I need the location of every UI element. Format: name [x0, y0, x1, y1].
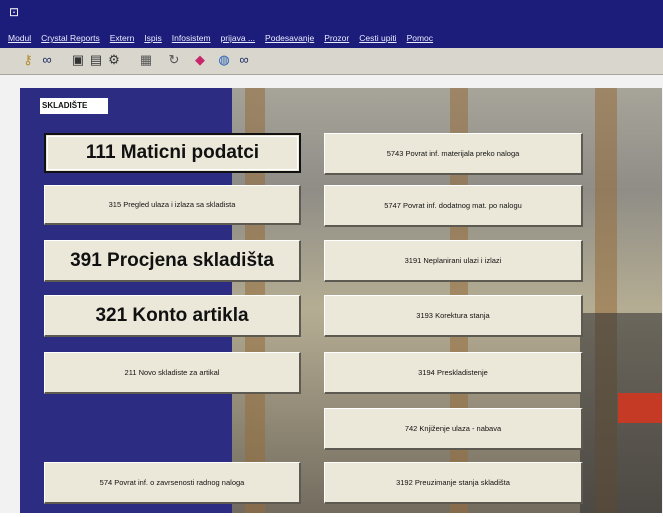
menu-item-prijava[interactable]: prijava ... — [221, 33, 256, 43]
refresh-icon[interactable]: ↻ — [166, 52, 182, 68]
app-window-icon[interactable]: ⊡ — [9, 6, 23, 18]
button-3194-preskladistenje[interactable]: 3194 Preskladistenje — [324, 352, 583, 394]
menu-item-podesavanje[interactable]: Podesavanje — [265, 33, 314, 43]
printer-icon[interactable]: ▣ — [70, 52, 86, 68]
menu-item-crystal-reports[interactable]: Crystal Reports — [41, 33, 100, 43]
menu-item-pomoc[interactable]: Pomoc — [407, 33, 433, 43]
bottom-edge — [0, 513, 663, 517]
globe-icon[interactable]: ◍ — [216, 52, 232, 68]
button-321-konto-artikla[interactable]: 321 Konto artikla — [44, 295, 301, 337]
document-icon[interactable]: ▦ — [138, 52, 154, 68]
button-315-pregled-ulaza-izlaza[interactable]: 315 Pregled ulaza i izlaza sa skladista — [44, 185, 301, 225]
find-icon[interactable]: ∞ — [236, 52, 252, 68]
binoculars-icon[interactable]: ∞ — [39, 52, 55, 68]
menu-bar: Modul Crystal Reports Extern Ispis Infos… — [0, 28, 663, 48]
eraser-icon[interactable]: ◆ — [192, 52, 208, 68]
form-title: SKLADIŠTE — [40, 98, 108, 114]
button-3192-preuzimanje-stanja[interactable]: 3192 Preuzimanje stanja skladišta — [324, 462, 583, 504]
menu-item-modul[interactable]: Modul — [8, 33, 31, 43]
printer-settings-icon[interactable]: ⚙ — [106, 52, 122, 68]
toolbar: ⚷ ∞ ▣ ▤ ⚙ ▦ ↻ ◆ ◍ ∞ — [0, 48, 663, 75]
button-3191-neplanirani-ulazi[interactable]: 3191 Neplanirani ulazi i izlazi — [324, 240, 583, 282]
title-bar: ⊡ — [0, 0, 663, 28]
menu-item-prozor[interactable]: Prozor — [324, 33, 349, 43]
key-icon[interactable]: ⚷ — [20, 52, 36, 68]
menu-item-extern[interactable]: Extern — [110, 33, 135, 43]
warehouse-form: SKLADIŠTE 111 Maticni podatci 315 Pregle… — [20, 88, 662, 513]
menu-item-infosistem[interactable]: Infosistem — [172, 33, 211, 43]
menu-item-cesti-upiti[interactable]: Cesti upiti — [359, 33, 396, 43]
print-preview-icon[interactable]: ▤ — [88, 52, 104, 68]
button-211-novo-skladiste[interactable]: 211 Novo skladiste za artikal — [44, 352, 301, 394]
button-574-povrat-inf-zavrsenosti[interactable]: 574 Povrat inf. o zavrsenosti radnog nal… — [44, 462, 301, 504]
menu-item-ispis[interactable]: Ispis — [144, 33, 161, 43]
button-5743-povrat-inf-materijala[interactable]: 5743 Povrat inf. materijala preko naloga — [324, 133, 583, 175]
button-111-maticni-podatci[interactable]: 111 Maticni podatci — [44, 133, 301, 173]
button-742-knjizenje-ulaza[interactable]: 742 Knjiženje ulaza - nabava — [324, 408, 583, 450]
button-391-procjena-skladista[interactable]: 391 Procjena skladišta — [44, 240, 301, 282]
button-3193-korektura-stanja[interactable]: 3193 Korektura stanja — [324, 295, 583, 337]
button-5747-povrat-inf-dodatnog[interactable]: 5747 Povrat inf. dodatnog mat. po nalogu — [324, 185, 583, 227]
background-forklift-detail — [618, 393, 662, 423]
